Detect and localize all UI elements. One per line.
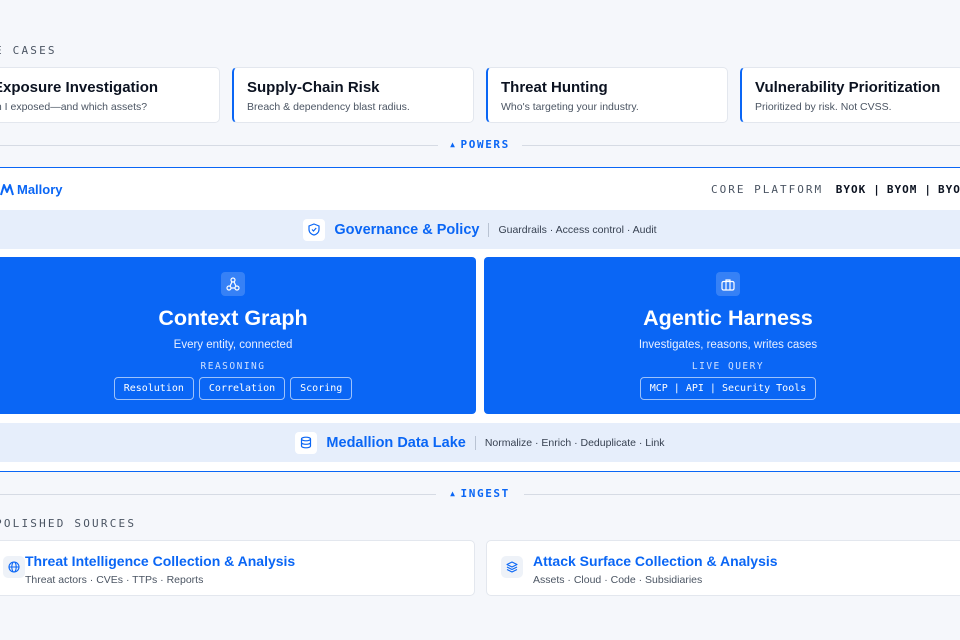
agentic-harness-title: Agentic Harness bbox=[643, 306, 813, 330]
governance-desc: Guardrails · Access control · Audit bbox=[498, 223, 657, 236]
data-lake-desc: Normalize · Enrich · Deduplicate · Link bbox=[484, 436, 665, 449]
mallory-logo-icon bbox=[0, 183, 14, 195]
use-case-title: Supply-Chain Risk bbox=[247, 79, 380, 96]
layers-icon bbox=[501, 556, 523, 578]
source-subtitle: Assets · Cloud · Code · Subsidiaries bbox=[533, 574, 703, 586]
source-title: Attack Surface Collection & Analysis bbox=[533, 553, 778, 569]
agentic-harness-kicker: LIVE QUERY bbox=[691, 361, 765, 372]
shield-icon bbox=[303, 218, 326, 241]
arrow-up-icon: ▲ bbox=[450, 140, 457, 149]
use-case-title: Exposure Investigation bbox=[0, 79, 159, 96]
sources-label: POLISHED SOURCES bbox=[0, 517, 137, 530]
mallory-brand[interactable]: Mallory bbox=[0, 182, 63, 197]
database-icon bbox=[295, 431, 318, 454]
governance-title: Governance & Policy bbox=[334, 221, 480, 238]
arrow-up-icon: ▲ bbox=[450, 489, 457, 498]
ingest-divider: ▲ INGEST bbox=[0, 487, 960, 501]
use-case-subtitle: m I exposed—and which assets? bbox=[0, 101, 148, 113]
graph-nodes-icon bbox=[221, 272, 245, 296]
pill-scoring[interactable]: Scoring bbox=[290, 377, 353, 400]
use-case-card-threat-hunting[interactable]: Threat Hunting Who's targeting your indu… bbox=[486, 67, 728, 123]
ingest-label: INGEST bbox=[460, 487, 510, 500]
source-card-threat-intel[interactable]: Threat Intelligence Collection & Analysi… bbox=[0, 540, 475, 596]
core-platform-header: CORE PLATFORM BYOK | BYOM | BYO bbox=[711, 183, 960, 196]
byo-label: BYO bbox=[937, 183, 960, 196]
powers-divider: ▲ POWERS bbox=[0, 138, 960, 152]
use-case-card-supply-chain[interactable]: Supply-Chain Risk Breach & dependency bl… bbox=[232, 67, 474, 123]
core-platform-label: CORE PLATFORM bbox=[711, 183, 824, 196]
brand-name: Mallory bbox=[17, 182, 63, 197]
use-case-subtitle: Breach & dependency blast radius. bbox=[247, 101, 410, 113]
context-graph-subtitle: Every entity, connected bbox=[173, 339, 293, 351]
use-case-card-exposure[interactable]: Exposure Investigation m I exposed—and w… bbox=[0, 67, 220, 123]
context-graph-card[interactable]: Context Graph Every entity, connected RE… bbox=[0, 257, 476, 414]
source-card-attack-surface[interactable]: Attack Surface Collection & Analysis Ass… bbox=[486, 540, 960, 596]
globe-icon bbox=[3, 556, 25, 578]
byom-label: BYOM bbox=[886, 183, 918, 196]
context-graph-title: Context Graph bbox=[158, 306, 308, 330]
powers-label: POWERS bbox=[460, 138, 510, 151]
use-case-title: Vulnerability Prioritization bbox=[755, 79, 941, 96]
source-subtitle: Threat actors · CVEs · TTPs · Reports bbox=[25, 574, 204, 586]
data-lake-band: Medallion Data Lake Normalize · Enrich ·… bbox=[0, 423, 960, 462]
use-case-title: Threat Hunting bbox=[501, 79, 608, 96]
use-cases-label: E CASES bbox=[0, 44, 57, 57]
briefcase-icon bbox=[716, 272, 740, 296]
pill-correlation[interactable]: Correlation bbox=[198, 377, 286, 400]
agentic-harness-subtitle: Investigates, reasons, writes cases bbox=[638, 339, 818, 351]
context-graph-kicker: REASONING bbox=[200, 361, 266, 372]
governance-band: Governance & Policy Guardrails · Access … bbox=[0, 210, 960, 249]
data-lake-title: Medallion Data Lake bbox=[326, 434, 466, 451]
pill-resolution[interactable]: Resolution bbox=[113, 377, 194, 400]
use-case-subtitle: Who's targeting your industry. bbox=[501, 101, 639, 113]
agentic-harness-card[interactable]: Agentic Harness Investigates, reasons, w… bbox=[484, 257, 960, 414]
byok-label: BYOK bbox=[835, 183, 867, 196]
use-case-subtitle: Prioritized by risk. Not CVSS. bbox=[755, 101, 892, 113]
source-title: Threat Intelligence Collection & Analysi… bbox=[25, 553, 296, 569]
pill-mcp-api-tools[interactable]: MCP | API | Security Tools bbox=[639, 377, 817, 400]
use-case-card-vulnerability[interactable]: Vulnerability Prioritization Prioritized… bbox=[740, 67, 960, 123]
